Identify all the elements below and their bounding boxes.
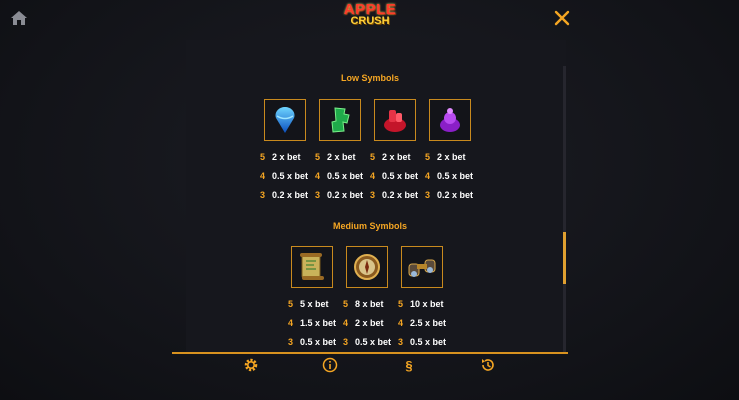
payout: 2 x bet: [382, 152, 411, 162]
compass-icon: [346, 246, 388, 288]
match-count: 4: [425, 171, 431, 181]
match-count: 4: [260, 171, 266, 181]
red-gem-icon: [374, 99, 416, 141]
game-logo: APPLE CRUSH: [342, 2, 398, 30]
pay-line: 5 5 x bet: [288, 299, 329, 309]
match-count: 5: [315, 152, 321, 162]
settings-button[interactable]: [243, 357, 259, 373]
gear-icon: [244, 358, 258, 372]
payout: 2 x bet: [437, 152, 466, 162]
info-button[interactable]: [322, 357, 338, 373]
close-icon: [554, 10, 570, 26]
payout: 0.5 x bet: [327, 171, 364, 181]
pay-line: 4 0.5 x bet: [315, 171, 363, 181]
pay-line: 4 2.5 x bet: [398, 318, 446, 328]
map-scroll-icon: [291, 246, 333, 288]
payout: 5 x bet: [300, 299, 329, 309]
match-count: 4: [315, 171, 321, 181]
green-gem-icon: [319, 99, 361, 141]
home-icon[interactable]: [10, 10, 28, 26]
logo-line-2: CRUSH: [350, 15, 390, 27]
rules-button[interactable]: §: [401, 357, 417, 373]
medium-symbols-title: Medium Symbols: [332, 221, 407, 231]
pay-line: 3 0.2 x bet: [425, 190, 473, 200]
info-icon: [322, 357, 338, 373]
payout: 2.5 x bet: [410, 318, 447, 328]
history-icon: [482, 359, 494, 371]
payout: 8 x bet: [355, 299, 384, 309]
payout: 0.5 x bet: [437, 171, 474, 181]
pay-line: 5 2 x bet: [260, 152, 301, 162]
pay-line: 5 2 x bet: [425, 152, 466, 162]
pay-line: 5 10 x bet: [398, 299, 444, 309]
pay-line: 4 0.5 x bet: [425, 171, 473, 181]
match-count: 3: [260, 190, 266, 200]
pay-line: 3 0.5 x bet: [343, 337, 391, 347]
payout: 0.5 x bet: [272, 171, 309, 181]
payout: 2 x bet: [355, 318, 384, 328]
purple-gem-icon: [429, 99, 471, 141]
payout: 1.5 x bet: [300, 318, 337, 328]
pay-line: 4 0.5 x bet: [370, 171, 418, 181]
match-count: 4: [370, 171, 376, 181]
payout: 0.5 x bet: [355, 337, 392, 347]
pay-line: 5 8 x bet: [343, 299, 384, 309]
match-count: 3: [425, 190, 431, 200]
payout: 0.2 x bet: [327, 190, 364, 200]
pay-line: 4 2 x bet: [343, 318, 384, 328]
match-count: 5: [343, 299, 349, 309]
pay-line: 3 0.5 x bet: [288, 337, 336, 347]
scrollbar-thumb[interactable]: [563, 232, 566, 284]
match-count: 3: [315, 190, 321, 200]
pay-line: 5 2 x bet: [370, 152, 411, 162]
section-sign-icon: §: [405, 357, 413, 373]
payout: 0.2 x bet: [272, 190, 309, 200]
payout: 0.2 x bet: [437, 190, 474, 200]
pay-line: 5 2 x bet: [315, 152, 356, 162]
match-count: 5: [260, 152, 266, 162]
pay-line: 3 0.2 x bet: [260, 190, 308, 200]
history-button[interactable]: [480, 357, 496, 373]
match-count: 3: [343, 337, 349, 347]
payout: 10 x bet: [410, 299, 444, 309]
pay-line: 3 0.2 x bet: [315, 190, 363, 200]
match-count: 3: [370, 190, 376, 200]
payout: 0.5 x bet: [382, 171, 419, 181]
match-count: 5: [425, 152, 431, 162]
match-count: 3: [398, 337, 404, 347]
match-count: 5: [398, 299, 404, 309]
match-count: 5: [370, 152, 376, 162]
match-count: 5: [288, 299, 294, 309]
match-count: 3: [288, 337, 294, 347]
scrollbar-track[interactable]: [563, 66, 566, 352]
bottom-bar-divider: [172, 352, 568, 354]
pay-line: 4 1.5 x bet: [288, 318, 336, 328]
payout: 0.5 x bet: [410, 337, 447, 347]
pay-line: 3 0.5 x bet: [398, 337, 446, 347]
low-symbols-title: Low Symbols: [340, 73, 399, 83]
blue-gem-icon: [264, 99, 306, 141]
pay-line: 3 0.2 x bet: [370, 190, 418, 200]
match-count: 4: [343, 318, 349, 328]
pay-line: 4 0.5 x bet: [260, 171, 308, 181]
payout: 0.2 x bet: [382, 190, 419, 200]
binoculars-icon: [401, 246, 443, 288]
payout: 0.5 x bet: [300, 337, 337, 347]
match-count: 4: [398, 318, 404, 328]
payout: 2 x bet: [272, 152, 301, 162]
match-count: 4: [288, 318, 294, 328]
close-button[interactable]: [552, 8, 572, 28]
payout: 2 x bet: [327, 152, 356, 162]
